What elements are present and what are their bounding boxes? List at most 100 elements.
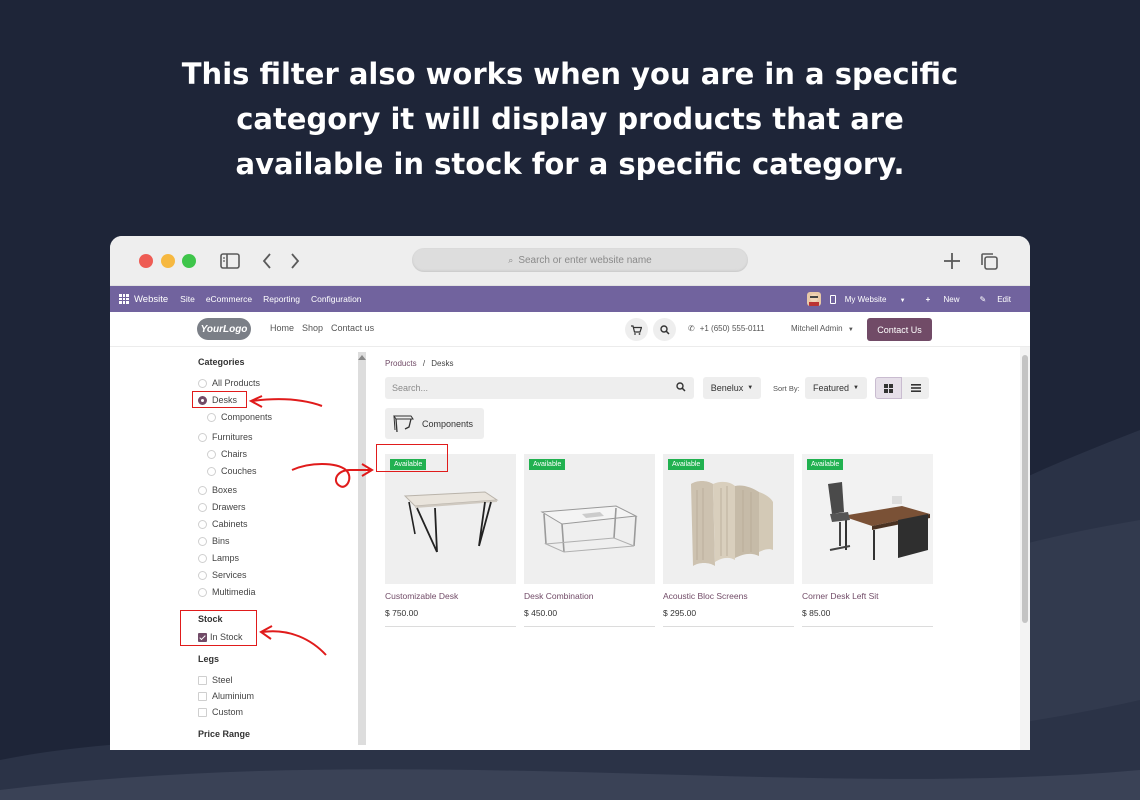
category-services[interactable]: Services (198, 570, 247, 580)
menu-home[interactable]: Home (270, 323, 294, 333)
product-image[interactable]: Available (663, 454, 794, 584)
category-label: Chairs (221, 449, 248, 459)
search-icon (659, 324, 670, 335)
category-components[interactable]: Components (207, 412, 272, 422)
site-logo[interactable]: YourLogo (197, 318, 251, 340)
product-search-input[interactable]: Search... (385, 377, 694, 399)
user-menu[interactable]: Mitchell Admin ▼ (791, 324, 854, 333)
category-bins[interactable]: Bins (198, 536, 230, 546)
category-label: Bins (212, 536, 230, 546)
nav-item-configuration[interactable]: Configuration (311, 294, 362, 304)
highlight-available-badge (376, 444, 448, 472)
checkbox[interactable] (198, 675, 207, 685)
legs-label: Aluminium (212, 691, 255, 701)
category-drawers[interactable]: Drawers (198, 502, 246, 512)
minimize-window-button[interactable] (161, 254, 175, 268)
breadcrumb-current: Desks (431, 359, 454, 368)
nav-item-ecommerce[interactable]: eCommerce (206, 294, 252, 304)
address-placeholder: Search or enter website name (518, 254, 652, 266)
category-label: Components (221, 412, 273, 422)
menu-shop[interactable]: Shop (302, 323, 323, 333)
edit-button[interactable]: ✎ Edit (980, 295, 1023, 304)
legs-steel[interactable]: Steel (198, 675, 233, 685)
radio-button[interactable] (207, 412, 216, 422)
product-image[interactable]: Available (802, 454, 933, 584)
cart-button[interactable] (625, 318, 648, 341)
forward-icon[interactable] (289, 252, 301, 270)
tabs-overview-icon[interactable] (979, 251, 999, 271)
product-card[interactable]: Available Desk Combination $ 450.00 (524, 454, 655, 627)
nav-item-reporting[interactable]: Reporting (263, 294, 300, 304)
menu-contact[interactable]: Contact us (331, 323, 374, 333)
back-icon[interactable] (261, 252, 273, 270)
legs-aluminium[interactable]: Aluminium (198, 691, 254, 701)
search-icon[interactable] (676, 382, 686, 392)
subcategory-components[interactable]: Components (385, 408, 484, 439)
radio-button[interactable] (198, 378, 207, 388)
category-multimedia[interactable]: Multimedia (198, 587, 256, 597)
radio-button[interactable] (198, 519, 207, 529)
scroll-up-icon[interactable] (358, 355, 366, 360)
mobile-preview-icon[interactable] (829, 294, 836, 304)
category-boxes[interactable]: Boxes (198, 485, 237, 495)
page-scrollbar[interactable] (1020, 347, 1030, 750)
acoustic-screen-illustration (691, 481, 773, 566)
breadcrumb-products[interactable]: Products (385, 359, 417, 368)
category-lamps[interactable]: Lamps (198, 553, 239, 563)
sort-dropdown[interactable]: Featured ▼ (805, 377, 867, 399)
my-website-dropdown[interactable]: My Website ▼ (845, 295, 917, 304)
radio-button[interactable] (198, 485, 207, 495)
category-label: All Products (212, 378, 261, 388)
headline-line-3: available in stock for a specific catego… (235, 147, 905, 181)
close-window-button[interactable] (139, 254, 153, 268)
product-card[interactable]: Available Customizable Desk $ 750.00 (385, 454, 516, 627)
list-view-button[interactable] (902, 377, 929, 399)
product-name[interactable]: Acoustic Bloc Screens (663, 591, 794, 601)
product-card[interactable]: Available Corner Desk Left Sit $ 85.00 (802, 454, 933, 627)
apps-menu-icon[interactable] (119, 294, 129, 304)
product-name[interactable]: Corner Desk Left Sit (802, 591, 933, 601)
site-search-button[interactable] (653, 318, 676, 341)
product-name[interactable]: Desk Combination (524, 591, 655, 601)
radio-button[interactable] (207, 466, 216, 476)
radio-button[interactable] (198, 502, 207, 512)
odoo-navbar: Website Site eCommerce Reporting Configu… (110, 286, 1030, 312)
radio-button[interactable] (207, 449, 216, 459)
scrollbar-thumb[interactable] (1022, 355, 1028, 623)
category-label: Furnitures (212, 432, 253, 442)
radio-button[interactable] (198, 587, 207, 597)
product-image[interactable]: Available (385, 454, 516, 584)
legs-custom[interactable]: Custom (198, 707, 243, 717)
new-tab-icon[interactable] (942, 251, 962, 271)
contact-us-button[interactable]: Contact Us (867, 318, 932, 341)
radio-button[interactable] (198, 553, 207, 563)
category-couches[interactable]: Couches (207, 466, 257, 476)
checkbox[interactable] (198, 691, 207, 701)
radio-button[interactable] (198, 432, 207, 442)
nav-item-site[interactable]: Site (180, 294, 195, 304)
sidebar-toggle-icon[interactable] (220, 253, 240, 269)
category-chairs[interactable]: Chairs (207, 449, 247, 459)
checkbox[interactable] (198, 707, 207, 717)
product-image[interactable]: Available (524, 454, 655, 584)
user-avatar[interactable] (806, 292, 821, 306)
radio-button[interactable] (198, 570, 207, 580)
category-all-products[interactable]: All Products (198, 378, 260, 388)
zoom-window-button[interactable] (182, 254, 196, 268)
nav-brand[interactable]: Website (134, 294, 168, 305)
sidebar-scrollbar[interactable] (358, 352, 366, 745)
new-button[interactable]: + New (926, 295, 971, 304)
product-price: $ 450.00 (524, 608, 558, 618)
radio-button[interactable] (198, 536, 207, 546)
category-furnitures[interactable]: Furnitures (198, 432, 253, 442)
address-bar[interactable]: ⌕ Search or enter website name (412, 248, 748, 272)
product-name[interactable]: Customizable Desk (385, 591, 516, 601)
phone-link[interactable]: ✆ +1 (650) 555-0111 (688, 324, 765, 333)
category-cabinets[interactable]: Cabinets (198, 519, 248, 529)
grid-view-icon (884, 383, 893, 393)
product-card[interactable]: Available Acoustic Bloc Screens $ 295.00 (663, 454, 794, 627)
card-divider (385, 626, 516, 627)
search-placeholder: Search... (392, 383, 429, 393)
pricelist-dropdown[interactable]: Benelux ▼ (703, 377, 761, 399)
grid-view-button[interactable] (875, 377, 902, 399)
